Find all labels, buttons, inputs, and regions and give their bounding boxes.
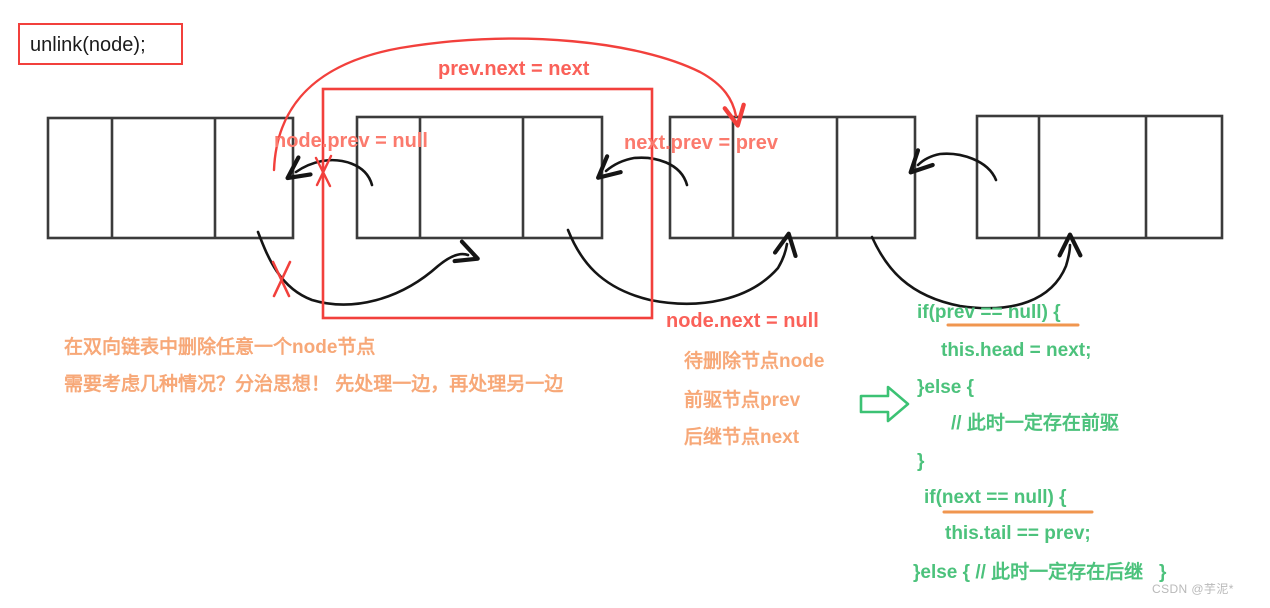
- arrow-node-next-to-next: [566, 228, 798, 306]
- orange-note-left-line-1: 在双向链表中删除任意一个node节点: [64, 337, 376, 358]
- red-x-mark-break-prev-next: [271, 260, 292, 298]
- arrow-next-next-to-tail: [870, 232, 1083, 310]
- green-right-arrow-icon: [859, 385, 910, 423]
- code-line-else-comment-next: }else { // 此时一定存在后继 }: [913, 562, 1167, 583]
- code-line-else-open: }else {: [917, 377, 975, 398]
- annotation-prev-next: prev.next = next: [438, 58, 590, 80]
- orange-note-mid-line-1: 待删除节点node: [684, 351, 825, 372]
- code-line-close-brace: }: [917, 451, 925, 472]
- code-line-if-prev-null: if(prev == null) {: [917, 302, 1061, 323]
- annotation-node-prev: node.prev = null: [274, 130, 428, 152]
- orange-note-mid-line-3: 后继节点next: [684, 427, 800, 448]
- csdn-watermark: CSDN @芋泥*: [1152, 582, 1234, 596]
- unlink-title-label: unlink(node);: [30, 34, 146, 56]
- orange-note-mid-line-2: 前驱节点prev: [684, 390, 801, 411]
- code-line-comment-prev: // 此时一定存在前驱: [951, 413, 1119, 434]
- annotation-node-next: node.next = null: [666, 310, 819, 332]
- annotation-next-prev: next.prev = prev: [624, 132, 778, 154]
- code-line-this-head-next: this.head = next;: [941, 340, 1092, 361]
- node-box-tail: [975, 114, 1224, 240]
- diagram-canvas: unlink(node); prev.next = next node.prev…: [0, 0, 1270, 608]
- orange-note-left-line-2: 需要考虑几种情况？分治思想！ 先处理一边，再处理另一边: [64, 374, 564, 395]
- arrow-prev-next-to-node: [256, 230, 480, 306]
- node-box-prev: [46, 116, 295, 240]
- code-line-if-next-null: if(next == null) {: [924, 487, 1067, 508]
- diagram-vector-layer: [46, 37, 1224, 514]
- code-line-this-tail-prev: this.tail == prev;: [945, 523, 1091, 544]
